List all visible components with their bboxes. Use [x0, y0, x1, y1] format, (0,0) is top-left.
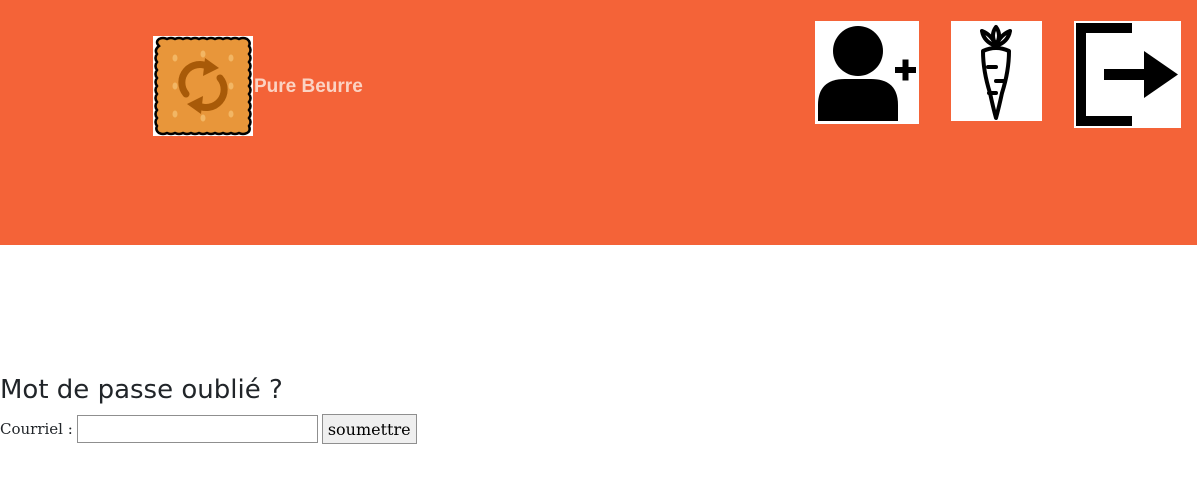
carrot-icon	[951, 21, 1042, 121]
email-label: Courriel :	[0, 420, 73, 438]
main-content: Mot de passe oublié ? Courriel : soumett…	[0, 370, 417, 444]
brand-name: Pure Beurre	[254, 76, 363, 97]
home-link[interactable]: Pure Beurre	[153, 36, 363, 136]
logout-icon	[1074, 21, 1181, 128]
signup-button[interactable]	[815, 21, 919, 124]
logout-button[interactable]	[1074, 21, 1181, 128]
user-add-icon	[815, 21, 919, 124]
page-title: Mot de passe oublié ?	[0, 375, 283, 405]
email-field[interactable]	[76, 415, 318, 443]
site-header: Pure Beurre	[0, 0, 1197, 245]
biscuit-logo-icon	[153, 36, 253, 136]
submit-button[interactable]: soumettre	[321, 414, 417, 444]
password-reset-form: Courriel : soumettre	[0, 414, 417, 444]
foods-button[interactable]	[951, 21, 1042, 121]
